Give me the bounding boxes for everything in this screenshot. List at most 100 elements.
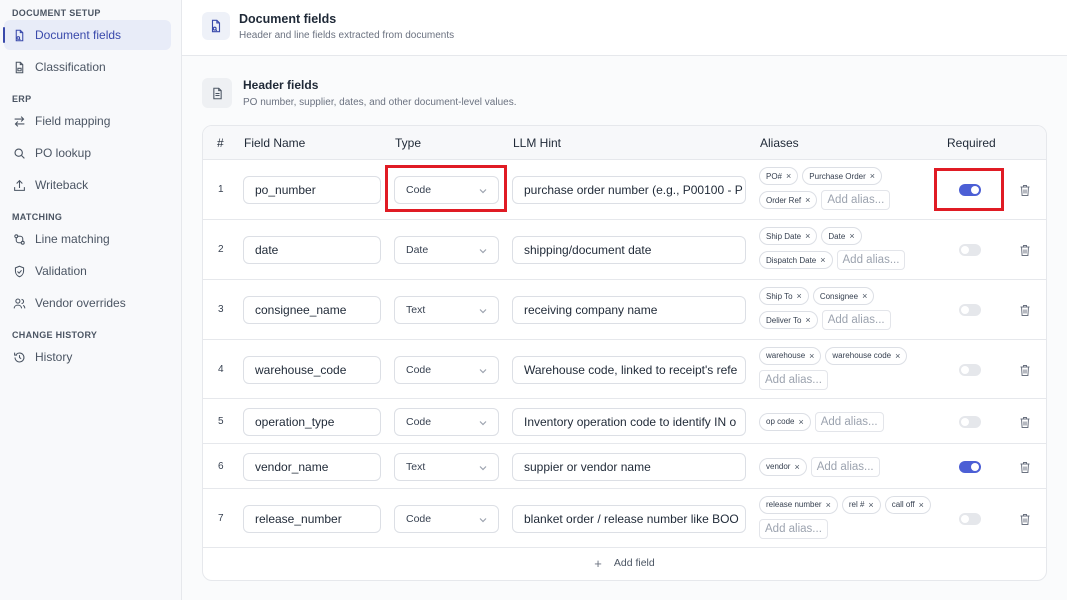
aliases-container: op code × Add alias...	[759, 411, 931, 432]
remove-alias-icon[interactable]: ×	[805, 195, 810, 205]
required-toggle[interactable]	[959, 304, 981, 316]
sidebar-item-line-matching[interactable]: Line matching	[4, 224, 171, 254]
aliases-container: PO# × Purchase Order × Order Ref × Add alias..…	[759, 167, 931, 210]
chevron-down-icon	[479, 517, 487, 522]
sidebar-item-history[interactable]: History	[4, 342, 171, 372]
add-alias-input[interactable]: Add alias...	[836, 250, 906, 270]
remove-alias-icon[interactable]: ×	[826, 500, 831, 510]
remove-alias-icon[interactable]: ×	[798, 417, 803, 427]
alias-tag-label: PO#	[766, 171, 783, 181]
field-name-input[interactable]: consignee_name	[243, 296, 381, 324]
add-field-button[interactable]: + Add field	[203, 546, 1046, 580]
sidebar-item-document-fields[interactable]: Document fields	[3, 20, 171, 50]
alias-tag: call off ×	[884, 495, 931, 514]
remove-alias-icon[interactable]: ×	[919, 500, 924, 510]
row-number: 2	[218, 244, 224, 255]
add-alias-input[interactable]: Add alias...	[759, 369, 828, 390]
trash-icon[interactable]	[1019, 513, 1031, 526]
trash-icon[interactable]	[1019, 184, 1031, 197]
sidebar-item-vendor-overrides[interactable]: Vendor overrides	[4, 288, 171, 318]
remove-alias-icon[interactable]: ×	[862, 291, 867, 301]
alias-tag: Deliver To ×	[759, 311, 818, 329]
remove-alias-icon[interactable]: ×	[870, 171, 875, 181]
add-alias-input[interactable]: Add alias...	[759, 518, 828, 539]
highlight-box-required	[934, 168, 1004, 211]
required-toggle[interactable]	[959, 415, 981, 428]
table-row: 3 consignee_name Text receiving company nam…	[203, 280, 1046, 340]
sidebar-item-label: Classification	[35, 60, 106, 74]
add-alias-input[interactable]: Add alias...	[814, 411, 884, 432]
remove-alias-icon[interactable]: ×	[868, 500, 873, 510]
alias-tag: rel # ×	[841, 495, 881, 514]
type-select-value: Code	[406, 363, 432, 376]
remove-alias-icon[interactable]: ×	[895, 351, 900, 361]
column-header-number: #	[217, 136, 224, 150]
alias-tag-label: Ship To	[766, 291, 793, 301]
type-select[interactable]: Code	[394, 504, 499, 533]
field-name-input[interactable]: release_number	[243, 504, 381, 533]
trash-icon[interactable]	[1019, 416, 1031, 429]
add-alias-input[interactable]: Add alias...	[810, 456, 880, 477]
llm-hint-input[interactable]: Inventory operation code to identify IN …	[512, 407, 746, 436]
add-alias-input[interactable]: Add alias...	[821, 190, 891, 210]
alias-tag: warehouse ×	[759, 346, 822, 365]
remove-alias-icon[interactable]: ×	[820, 255, 825, 265]
sidebar-item-label: Writeback	[35, 178, 89, 192]
llm-hint-input[interactable]: blanket order / release number like BOO	[512, 504, 746, 533]
type-select[interactable]: Date	[394, 236, 499, 264]
remove-alias-icon[interactable]: ×	[797, 291, 802, 301]
alias-tag-label: warehouse	[766, 351, 806, 360]
trash-icon[interactable]	[1019, 461, 1031, 474]
table-row: 7 release_number Code blanket order / relea…	[203, 489, 1046, 548]
alias-tag: warehouse code ×	[825, 346, 908, 365]
remove-alias-icon[interactable]: ×	[805, 231, 810, 241]
llm-hint-input[interactable]: suppier or vendor name	[512, 452, 746, 481]
required-toggle[interactable]	[959, 244, 981, 256]
sidebar-item-validation[interactable]: Validation	[4, 256, 171, 286]
sidebar-item-field-mapping[interactable]: Field mapping	[4, 106, 171, 136]
upload-icon	[12, 178, 26, 192]
row-number: 7	[218, 512, 224, 524]
sidebar-item-po-lookup[interactable]: PO lookup	[4, 138, 171, 168]
field-name-input[interactable]: po_number	[243, 176, 381, 204]
remove-alias-icon[interactable]: ×	[794, 462, 799, 472]
highlight-box-type	[385, 165, 507, 212]
remove-alias-icon[interactable]: ×	[805, 315, 810, 325]
table-header: # Field Name Type LLM Hint Aliases Requi…	[203, 126, 1046, 160]
sidebar-item-writeback[interactable]: Writeback	[4, 170, 171, 200]
trash-icon[interactable]	[1019, 244, 1031, 257]
remove-alias-icon[interactable]: ×	[849, 231, 854, 241]
remove-alias-icon[interactable]: ×	[786, 171, 791, 181]
chevron-down-icon	[479, 420, 487, 425]
page-subtitle: Header and line fields extracted from do…	[239, 30, 455, 41]
llm-hint-input[interactable]: purchase order number (e.g., P00100 - P	[512, 176, 746, 204]
required-toggle[interactable]	[959, 363, 981, 376]
type-select[interactable]: Code	[394, 355, 499, 384]
table-row: 5 operation_type Code Inventory operation c…	[203, 399, 1046, 444]
table-body: 1 po_number Code purchase order number (e.g…	[203, 160, 1046, 548]
type-select[interactable]: Text	[394, 452, 499, 481]
aliases-container: vendor × Add alias...	[759, 456, 931, 477]
row-number: 1	[218, 184, 224, 195]
required-toggle[interactable]	[959, 512, 981, 525]
llm-hint-input[interactable]: shipping/document date	[512, 236, 746, 264]
field-name-input[interactable]: warehouse_code	[243, 355, 381, 384]
field-name-input[interactable]: operation_type	[243, 407, 381, 436]
remove-alias-icon[interactable]: ×	[809, 351, 814, 361]
type-select-value: Code	[406, 415, 432, 428]
field-name-input[interactable]: vendor_name	[243, 452, 381, 481]
trash-icon[interactable]	[1019, 304, 1031, 317]
git-compare-icon	[12, 232, 26, 246]
document-text-icon	[202, 78, 232, 108]
type-select[interactable]: Text	[394, 296, 499, 324]
llm-hint-input[interactable]: Warehouse code, linked to receipt's refe	[512, 355, 746, 384]
field-name-input[interactable]: date	[243, 236, 381, 264]
plus-icon: +	[594, 555, 602, 571]
type-select[interactable]: Code	[394, 407, 499, 436]
trash-icon[interactable]	[1019, 364, 1031, 377]
required-toggle[interactable]	[959, 460, 981, 473]
llm-hint-input[interactable]: receiving company name	[512, 296, 746, 324]
table-row: 6 vendor_name Text suppier or vendor name ve…	[203, 444, 1046, 489]
add-alias-input[interactable]: Add alias...	[821, 310, 891, 330]
sidebar-item-classification[interactable]: Classification	[4, 52, 171, 82]
